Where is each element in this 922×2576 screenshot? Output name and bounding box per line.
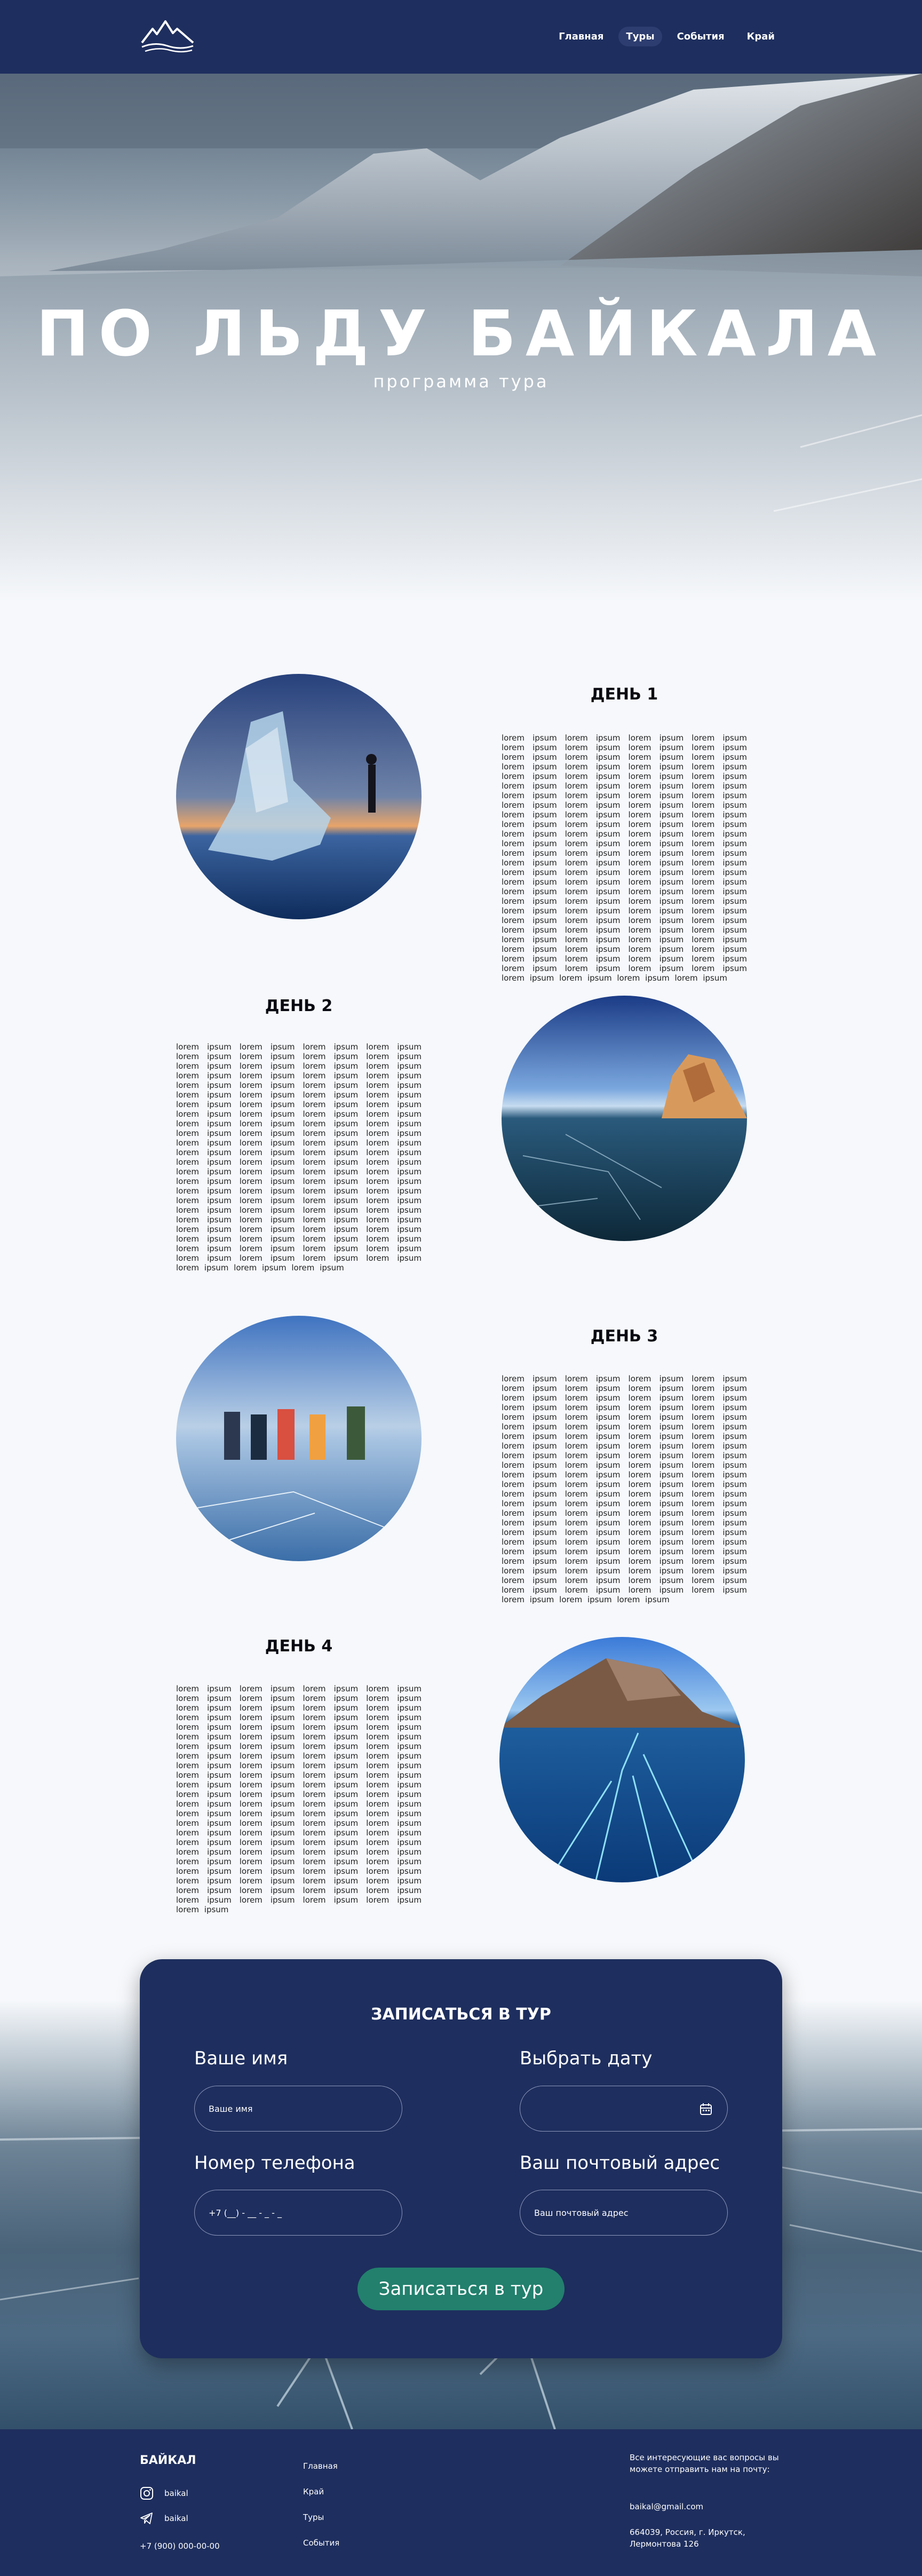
- hero-subtitle: программа тура: [373, 371, 549, 392]
- site-header: Главная Туры События Край: [0, 0, 922, 74]
- main-nav: Главная Туры События Край: [551, 27, 782, 46]
- day-4-photo: [499, 1637, 745, 1882]
- footer-link-home[interactable]: Главная: [303, 2461, 338, 2471]
- hero-title: ПО ЛЬДУ БАЙКАЛА: [36, 297, 886, 370]
- footer-brand: БАЙКАЛ: [140, 2454, 196, 2467]
- day-4-text: lorem ipsum lorem ipsum lorem ipsum lore…: [176, 1684, 422, 1914]
- footer-contact-note: Все интересующие вас вопросы вы можете о…: [630, 2453, 779, 2474]
- footer-link-tours[interactable]: Туры: [303, 2513, 324, 2522]
- hero-banner: ПО ЛЬДУ БАЙКАЛА программа тура: [0, 74, 922, 602]
- calendar-icon[interactable]: [700, 2103, 712, 2116]
- telegram-icon: [140, 2513, 153, 2524]
- day-1-title: ДЕНЬ 1: [590, 685, 658, 704]
- day-2-title: ДЕНЬ 2: [265, 997, 333, 1015]
- instagram-handle: baikal: [164, 2488, 188, 2498]
- site-footer: БАЙКАЛ baikal baikal +7 (900) 000-00-00 …: [0, 2429, 922, 2576]
- submit-button[interactable]: Записаться в тур: [357, 2268, 565, 2310]
- footer-instagram[interactable]: baikal: [140, 2486, 188, 2500]
- date-label: Выбрать дату: [520, 2048, 653, 2069]
- name-field[interactable]: Ваше имя: [194, 2086, 402, 2132]
- nav-item-region[interactable]: Край: [740, 27, 782, 46]
- day-3-text: lorem ipsum lorem ipsum lorem ipsum lore…: [502, 1374, 747, 1604]
- signup-title: ЗАПИСАТЬСЯ В ТУР: [371, 2005, 551, 2024]
- footer-telegram[interactable]: baikal: [140, 2511, 188, 2525]
- footer-link-events[interactable]: События: [303, 2538, 339, 2548]
- phone-label: Номер телефона: [194, 2152, 355, 2174]
- instagram-icon: [140, 2487, 153, 2500]
- phone-field[interactable]: +7 (__) - __ - _ - _: [194, 2190, 402, 2236]
- email-label: Ваш почтовый адрес: [520, 2152, 720, 2174]
- footer-link-region[interactable]: Край: [303, 2487, 324, 2497]
- signup-form: ЗАПИСАТЬСЯ В ТУР Ваше имя Ваше имя Выбра…: [140, 1959, 782, 2358]
- day-3-photo: [176, 1316, 422, 1561]
- telegram-handle: baikal: [164, 2514, 188, 2523]
- email-field[interactable]: Ваш почтовый адрес: [520, 2190, 728, 2236]
- date-field[interactable]: [520, 2086, 728, 2132]
- day-1-text: lorem ipsum lorem ipsum lorem ipsum lore…: [502, 733, 747, 983]
- footer-email[interactable]: baikal@gmail.com: [630, 2501, 790, 2513]
- nav-item-events[interactable]: События: [670, 27, 732, 46]
- footer-phone[interactable]: +7 (900) 000-00-00: [140, 2541, 220, 2551]
- day-2-text: lorem ipsum lorem ipsum lorem ipsum lore…: [176, 1042, 422, 1273]
- mountain-logo-icon[interactable]: [140, 18, 195, 55]
- nav-item-home[interactable]: Главная: [551, 27, 611, 46]
- day-1-photo: [176, 674, 422, 919]
- name-label: Ваше имя: [194, 2048, 288, 2069]
- nav-item-tours[interactable]: Туры: [618, 27, 662, 46]
- footer-address: 664039, Россия, г. Иркутск, Лермонтова 1…: [630, 2527, 745, 2549]
- day-2-photo: [502, 996, 747, 1241]
- day-4-title: ДЕНЬ 4: [265, 1637, 333, 1656]
- day-3-title: ДЕНЬ 3: [590, 1327, 658, 1346]
